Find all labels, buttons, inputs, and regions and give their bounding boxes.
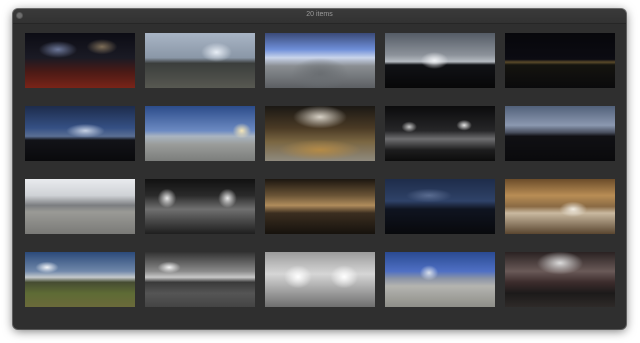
scrollbar[interactable] [621,24,625,327]
thumbnail-dark-ridge[interactable] [385,179,495,234]
thumbnail-night-harbor[interactable] [505,33,615,88]
thumbnail-warm-hall[interactable] [265,106,375,161]
thumbnail-bw-field[interactable] [145,252,255,307]
window-title: 20 items [306,11,333,18]
thumbnail-night-sky[interactable] [25,106,135,161]
thumbnail-overcast-bay[interactable] [145,33,255,88]
thumbnail-gray-ruins[interactable] [25,179,135,234]
thumbnail-golden-hall[interactable] [265,179,375,234]
thumbnail-dusk-plain[interactable] [385,33,495,88]
thumbnail-arches-bw[interactable] [145,179,255,234]
thumbnail-ornate-room[interactable] [505,179,615,234]
thumbnail-night-city[interactable] [25,33,135,88]
thumbnail-plaza[interactable] [385,252,495,307]
thumbnail-green-field[interactable] [25,252,135,307]
thumbnail-white-studio[interactable] [265,252,375,307]
thumbnail-blue-pier[interactable] [145,106,255,161]
thumbnail-dusk-trees[interactable] [505,106,615,161]
thumbnail-blue-arena[interactable] [265,33,375,88]
thumbnail-grid [25,33,615,307]
thumbnail-grand-hall[interactable] [505,252,615,307]
thumbnail-dark-interior[interactable] [385,106,495,161]
browser-window: 20 items [13,9,626,329]
title-bar: 20 items [13,9,626,24]
